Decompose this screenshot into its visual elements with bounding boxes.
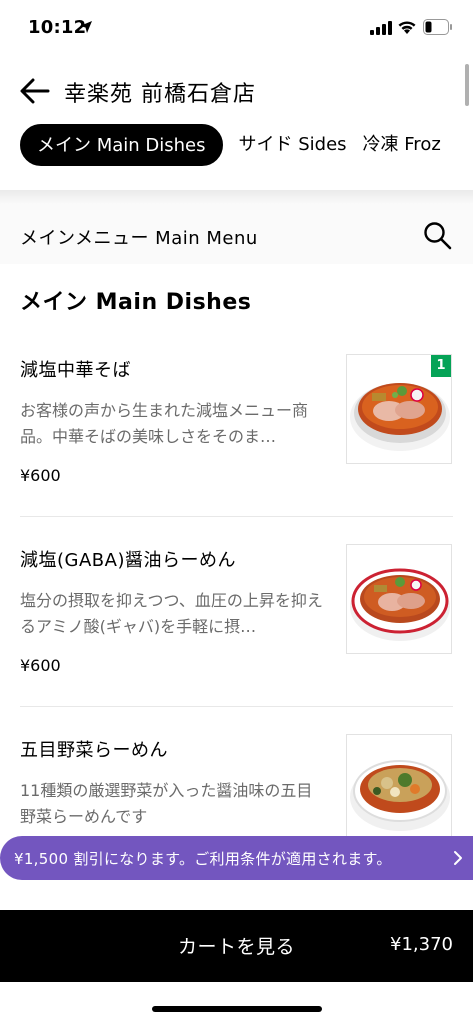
item-name: 減塩中華そば [20, 360, 131, 381]
tab-frozen[interactable]: 冷凍 Froz [363, 124, 441, 166]
divider [20, 706, 453, 707]
view-cart-button[interactable]: カートを見る ¥1,370 [0, 910, 473, 982]
section-shadow [0, 190, 473, 204]
tab-sides[interactable]: サイド Sides [223, 124, 347, 166]
category-tabs: メイン Main Dishes サイド Sides 冷凍 Froz [20, 124, 473, 168]
menu-header: メインメニュー Main Menu [0, 204, 473, 264]
scroll-indicator [465, 64, 469, 106]
item-name: 減塩(GABA)醤油らーめん [20, 550, 236, 571]
home-indicator [152, 1006, 322, 1012]
divider [20, 516, 453, 517]
item-price: ¥600 [20, 466, 61, 485]
menu-title: メインメニュー Main Menu [20, 228, 258, 249]
search-icon[interactable] [422, 220, 452, 250]
status-bar: 10:12 [0, 0, 473, 56]
shoyu-ramen-image [346, 544, 452, 654]
ramen-chashu-image: 1 [346, 354, 452, 464]
cellular-signal-icon [370, 21, 392, 35]
location-arrow-icon [80, 21, 92, 33]
chevron-right-icon [454, 851, 462, 865]
menu-item[interactable]: 減塩中華そば お客様の声から生まれた減塩メニュー商品。中華そばの美味しさをそのま… [0, 354, 473, 546]
tab-main-dishes[interactable]: メイン Main Dishes [20, 124, 223, 166]
status-time: 10:12 [28, 17, 87, 38]
menu-item[interactable]: 五目野菜らーめん 11種類の厳選野菜が入った醤油味の五目野菜らーめんです [0, 734, 473, 926]
cart-total: ¥1,370 [390, 934, 453, 955]
section-title: メイン Main Dishes [20, 290, 252, 315]
wifi-icon [398, 21, 416, 34]
menu-item[interactable]: 減塩(GABA)醤油らーめん 塩分の摂取を抑えつつ、血圧の上昇を抑えるアミノ酸(… [0, 544, 473, 736]
item-description: お客様の声から生まれた減塩メニュー商品。中華そばの美味しさをそのま… [20, 401, 309, 446]
battery-icon [423, 19, 452, 35]
promo-banner[interactable]: ¥1,500 割引になります。ご利用条件が適用されます。 [0, 836, 473, 880]
store-header: 幸楽苑 前橋石倉店 メイン Main Dishes サイド Sides 冷凍 Fro… [0, 56, 473, 190]
vegetable-ramen-image [346, 734, 452, 844]
quantity-badge: 1 [431, 355, 451, 377]
arrow-left-icon[interactable] [20, 78, 50, 104]
item-name: 五目野菜らーめん [20, 740, 168, 761]
item-description: 塩分の摂取を抑えつつ、血圧の上昇を抑えるアミノ酸(ギャバ)を手軽に摂… [20, 591, 323, 636]
item-price: ¥600 [20, 656, 61, 675]
item-description: 11種類の厳選野菜が入った醤油味の五目野菜らーめんです [20, 781, 313, 826]
store-name: 幸楽苑 前橋石倉店 [64, 82, 256, 107]
promo-text: ¥1,500 割引になります。ご利用条件が適用されます。 [14, 850, 392, 868]
